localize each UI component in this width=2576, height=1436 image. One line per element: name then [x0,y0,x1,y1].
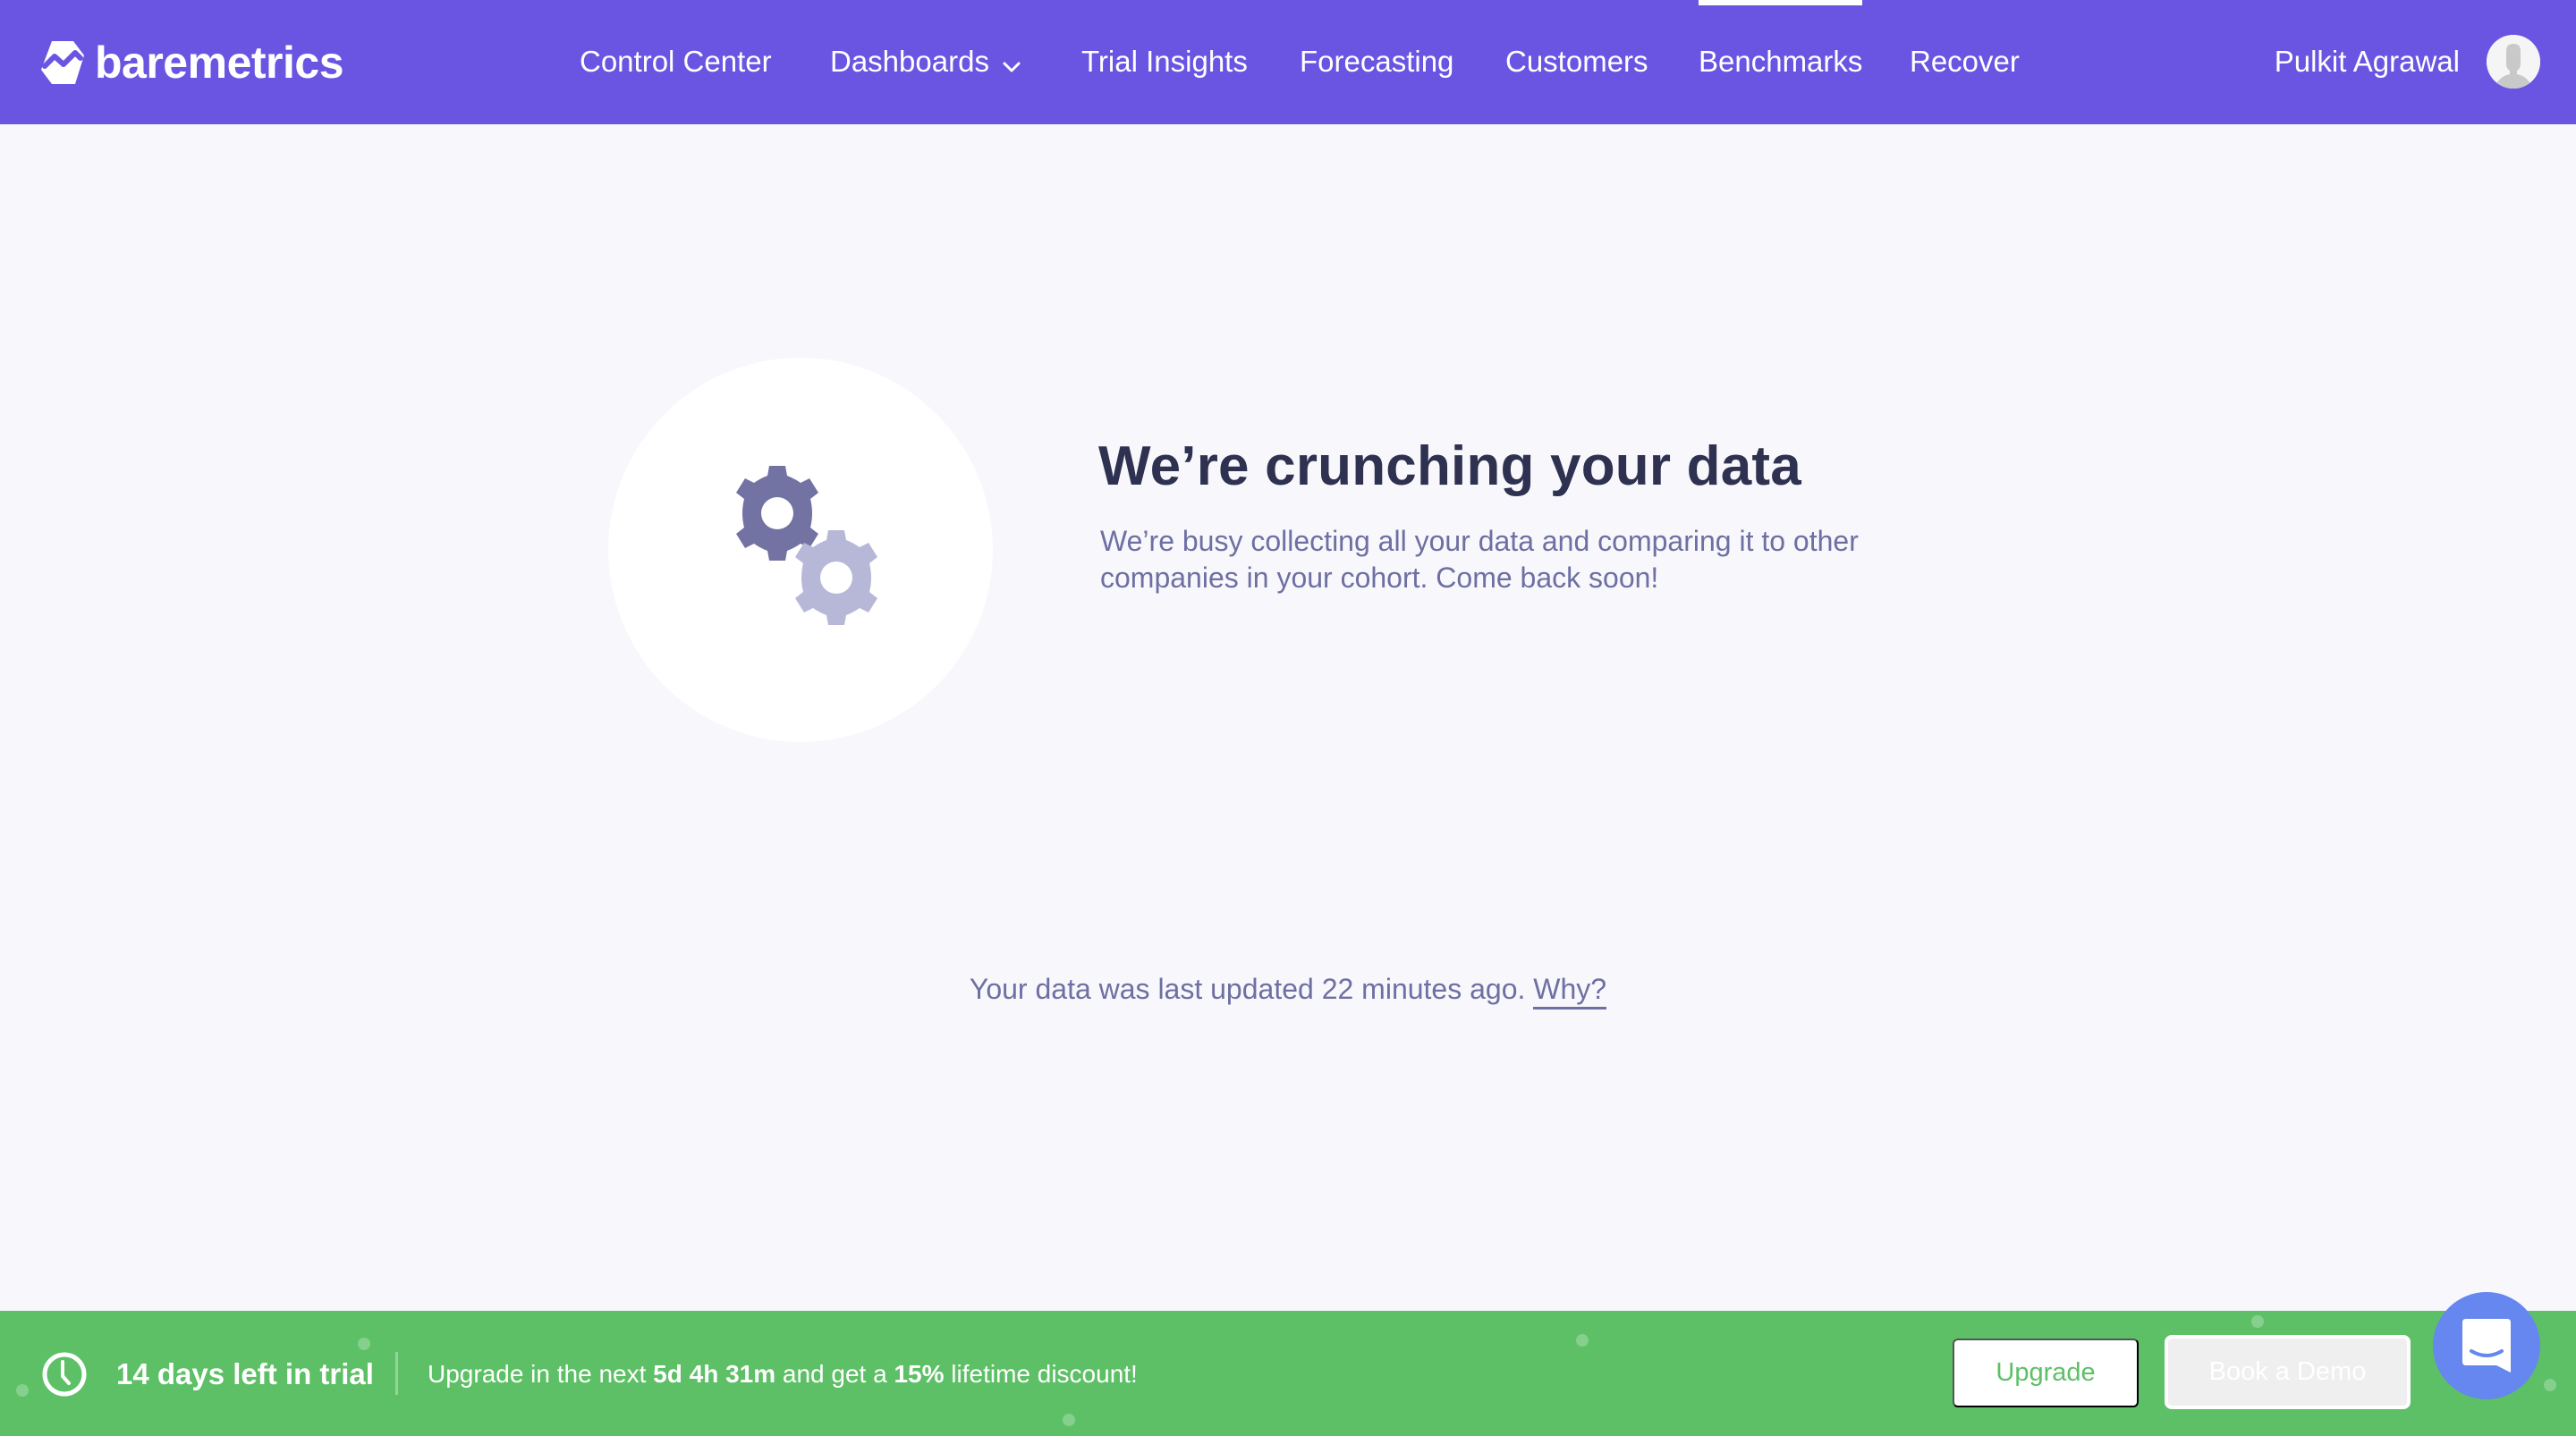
divider [395,1352,398,1395]
clock-icon [42,1352,87,1397]
chevron-down-icon [1002,41,1021,86]
nav-benchmarks[interactable]: Benchmarks [1699,0,1863,84]
brand-name: baremetrics [95,38,344,88]
trial-banner: 14 days left in trial Upgrade in the nex… [0,1311,2576,1436]
gears-icon [736,466,877,625]
decorative-dot [2251,1315,2264,1328]
top-nav: baremetrics Control Center Dashboards Tr… [0,0,2576,124]
decorative-dot [358,1338,370,1350]
offer-countdown: 5d 4h 31m [653,1360,776,1388]
user-name[interactable]: Pulkit Agrawal [2275,39,2460,84]
decorative-dot [1576,1334,1589,1347]
processing-description: We’re busy collecting all your data and … [1100,525,1859,594]
nav-dashboards-label: Dashboards [830,45,989,78]
nav-forecasting[interactable]: Forecasting [1300,39,1453,84]
chat-bubble-icon [2462,1319,2511,1373]
upgrade-button[interactable]: Upgrade [1953,1339,2139,1407]
book-demo-button[interactable]: Book a Demo [2165,1335,2411,1409]
decorative-dot [2544,1379,2556,1391]
brand-logo[interactable]: baremetrics [39,38,344,88]
last-updated-note: Your data was last updated 22 minutes ag… [0,969,2576,1009]
last-updated-text: Your data was last updated 22 minutes ag… [969,973,1526,1005]
offer-text-suffix: lifetime discount! [944,1360,1138,1388]
nav-customers[interactable]: Customers [1505,39,1648,84]
decorative-dot [16,1384,29,1397]
nav-dashboards[interactable]: Dashboards [830,39,1021,84]
baremetrics-logo-icon [41,41,84,84]
upgrade-offer-message: Upgrade in the next 5d 4h 31m and get a … [428,1356,1138,1393]
decorative-dot [1063,1414,1075,1426]
offer-discount: 15% [894,1360,945,1388]
offer-text-middle: and get a [775,1360,894,1388]
nav-trial-insights[interactable]: Trial Insights [1081,39,1248,84]
nav-recover[interactable]: Recover [1910,39,2020,84]
chat-launcher-button[interactable] [2433,1292,2540,1399]
avatar[interactable] [2487,35,2540,89]
page-heading: We’re crunching your data [1098,435,1801,497]
user-silhouette-icon [2487,35,2540,89]
trial-days-left: 14 days left in trial [116,1357,374,1390]
nav-control-center[interactable]: Control Center [580,39,772,84]
why-link[interactable]: Why? [1533,973,1607,1009]
offer-text-prefix: Upgrade in the next [428,1360,654,1388]
